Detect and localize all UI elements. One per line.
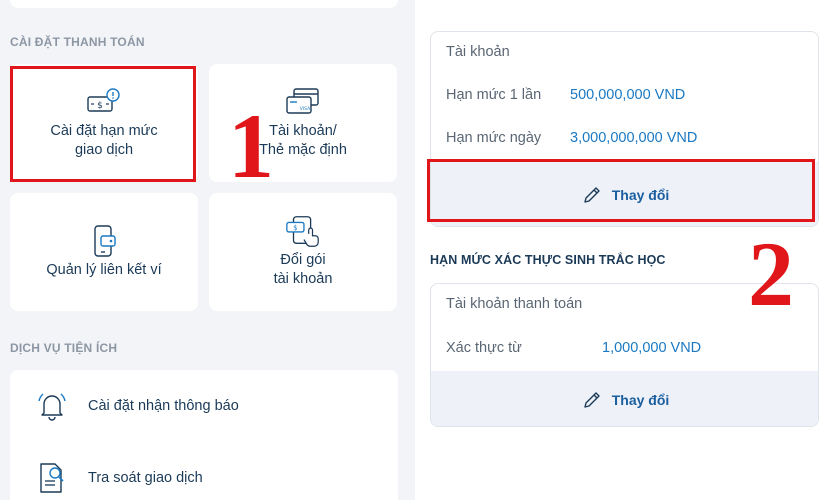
- limit-label: Hạn mức ngày: [446, 130, 542, 146]
- limit-label: Xác thực từ: [446, 340, 522, 356]
- limit-value: 500,000,000 VND: [570, 87, 686, 103]
- limit-value: 1,000,000 VND: [602, 340, 702, 356]
- document-search-icon: [32, 458, 72, 498]
- tile-change-account-package[interactable]: $ Đổi gói tài khoản: [209, 193, 397, 311]
- biometric-limit-title: HẠN MỨC XÁC THỰC SINH TRẮC HỌC: [430, 253, 666, 267]
- right-panel: Tài khoản Hạn mức 1 lần 500,000,000 VND …: [415, 0, 840, 500]
- list-item-label: Cài đặt nhận thông báo: [88, 398, 239, 414]
- change-biometric-limit-button[interactable]: Thay đổi: [431, 371, 818, 426]
- highlight-box-step2: [427, 159, 815, 222]
- step-number-2: 2: [748, 223, 794, 325]
- bell-icon: [32, 386, 72, 426]
- highlight-box-step1: [10, 66, 196, 182]
- list-item-label: Tra soát giao dịch: [88, 470, 203, 486]
- limit-value: 3,000,000,000 VND: [570, 130, 698, 146]
- card-title: Tài khoản: [446, 44, 510, 60]
- svg-text:VISA: VISA: [300, 106, 311, 112]
- list-item-notification-settings[interactable]: Cài đặt nhận thông báo: [10, 376, 398, 436]
- list-item-transaction-inquiry[interactable]: Tra soát giao dịch: [10, 448, 398, 500]
- card-title: Tài khoản thanh toán: [446, 296, 583, 312]
- tile-wallet-link[interactable]: Quản lý liên kết ví: [10, 193, 198, 311]
- tile-label-line: Đổi gói: [280, 252, 326, 268]
- phone-swap-icon: $: [284, 215, 322, 247]
- button-label: Thay đổi: [611, 391, 670, 408]
- tile-label-line: tài khoản: [273, 271, 333, 287]
- utility-list-card: Cài đặt nhận thông báo Tra soát giao dịc…: [10, 370, 398, 500]
- payment-settings-label: CÀI ĐẶT THANH TOÁN: [10, 35, 145, 49]
- cards-icon: VISA: [284, 86, 322, 118]
- pencil-icon: [584, 391, 600, 408]
- tile-label-line: Quản lý liên kết ví: [46, 261, 162, 278]
- phone-wallet-icon: [85, 224, 123, 257]
- left-panel: CÀI ĐẶT THANH TOÁN $ Cài đặt hạn mức gia…: [0, 0, 415, 500]
- utility-services-label: DỊCH VỤ TIỆN ÍCH: [10, 341, 118, 355]
- limit-label: Hạn mức 1 lần: [446, 87, 542, 103]
- step-number-1: 1: [228, 95, 274, 197]
- svg-text:$: $: [293, 224, 297, 232]
- top-card-edge: [10, 0, 398, 8]
